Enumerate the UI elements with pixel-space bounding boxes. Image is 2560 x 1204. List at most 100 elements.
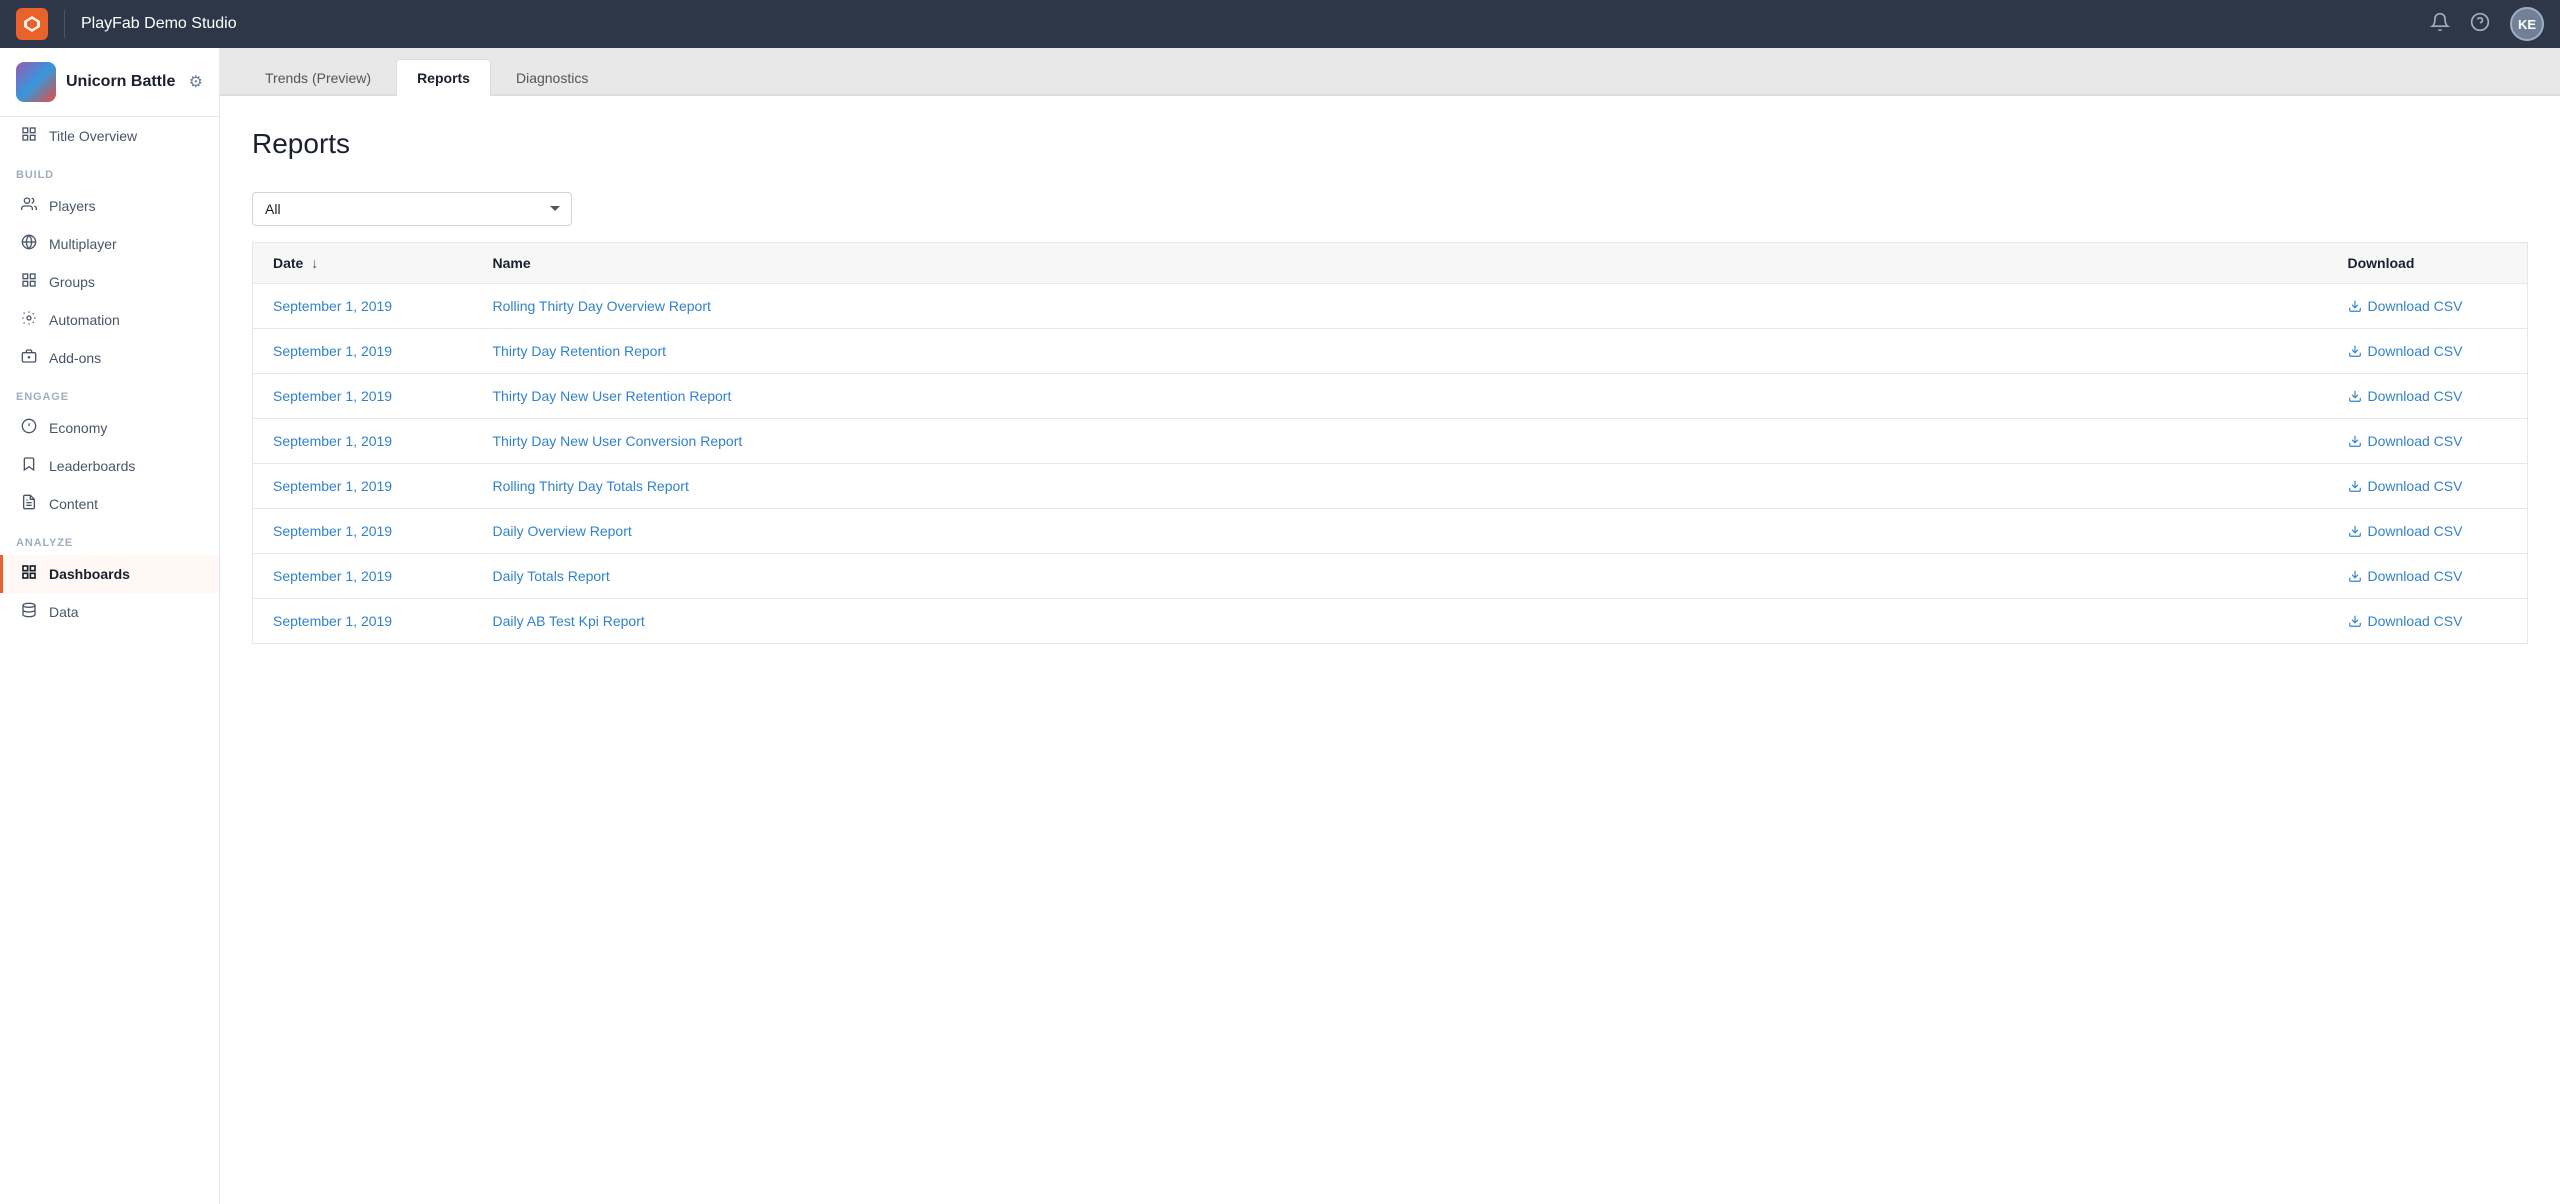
download-icon [2348, 479, 2362, 493]
download-icon [2348, 344, 2362, 358]
download-csv-label: Download CSV [2368, 388, 2463, 404]
reports-table: Date ↓ Name Download September 1, 2019 Ro… [252, 242, 2528, 644]
download-csv-label: Download CSV [2368, 613, 2463, 629]
report-name-link[interactable]: Daily Overview Report [493, 523, 632, 539]
date-link[interactable]: September 1, 2019 [273, 478, 392, 494]
table-row: September 1, 2019 Daily Totals Report Down… [253, 554, 2528, 599]
download-csv-label: Download CSV [2368, 478, 2463, 494]
sidebar-item-title-overview[interactable]: Title Overview [0, 117, 219, 155]
download-csv-link[interactable]: Download CSV [2348, 568, 2508, 584]
tab-bar: Trends (Preview) Reports Diagnostics [220, 48, 2560, 96]
data-icon [19, 602, 39, 622]
date-link[interactable]: September 1, 2019 [273, 343, 392, 359]
date-link[interactable]: September 1, 2019 [273, 568, 392, 584]
sort-icon: ↓ [311, 255, 318, 271]
table-header-row: Date ↓ Name Download [253, 243, 2528, 284]
download-icon [2348, 569, 2362, 583]
download-csv-label: Download CSV [2368, 568, 2463, 584]
content-area: Trends (Preview) Reports Diagnostics Rep… [220, 48, 2560, 1204]
topbar-divider [64, 10, 65, 38]
date-link[interactable]: September 1, 2019 [273, 523, 392, 539]
download-csv-link[interactable]: Download CSV [2348, 298, 2508, 314]
notification-icon[interactable] [2430, 12, 2450, 37]
dashboards-label: Dashboards [49, 566, 130, 582]
report-name-link[interactable]: Daily AB Test Kpi Report [493, 613, 645, 629]
table-row: September 1, 2019 Daily AB Test Kpi Repor… [253, 599, 2528, 644]
playfab-logo [16, 8, 48, 40]
report-name-link[interactable]: Rolling Thirty Day Totals Report [493, 478, 689, 494]
leaderboards-label: Leaderboards [49, 458, 135, 474]
addons-label: Add-ons [49, 350, 101, 366]
table-row: September 1, 2019 Thirty Day New User Con… [253, 419, 2528, 464]
table-row: September 1, 2019 Thirty Day New User Ret… [253, 374, 2528, 419]
tab-reports[interactable]: Reports [396, 59, 491, 96]
sidebar-item-automation[interactable]: Automation [0, 301, 219, 339]
topbar: PlayFab Demo Studio KE [0, 0, 2560, 48]
report-name-link[interactable]: Thirty Day New User Retention Report [493, 388, 732, 404]
groups-label: Groups [49, 274, 95, 290]
sidebar-header: Unicorn Battle ⚙ [0, 48, 219, 117]
tab-diagnostics[interactable]: Diagnostics [495, 59, 609, 96]
download-csv-link[interactable]: Download CSV [2348, 478, 2508, 494]
sidebar-item-addons[interactable]: Add-ons [0, 339, 219, 377]
download-icon [2348, 614, 2362, 628]
game-title: Unicorn Battle [66, 73, 175, 91]
download-csv-link[interactable]: Download CSV [2348, 613, 2508, 629]
content-icon [19, 494, 39, 514]
download-csv-label: Download CSV [2368, 343, 2463, 359]
download-icon [2348, 524, 2362, 538]
date-link[interactable]: September 1, 2019 [273, 433, 392, 449]
economy-label: Economy [49, 420, 107, 436]
date-link[interactable]: September 1, 2019 [273, 298, 392, 314]
sidebar-item-content[interactable]: Content [0, 485, 219, 523]
sidebar-item-data[interactable]: Data [0, 593, 219, 631]
section-label-engage: ENGAGE [0, 377, 219, 409]
help-icon[interactable] [2470, 12, 2490, 37]
leaderboards-icon [19, 456, 39, 476]
column-header-date[interactable]: Date ↓ [253, 243, 473, 284]
user-avatar[interactable]: KE [2510, 7, 2544, 41]
download-csv-link[interactable]: Download CSV [2348, 388, 2508, 404]
automation-label: Automation [49, 312, 120, 328]
column-header-download: Download [2328, 243, 2528, 284]
groups-icon [19, 272, 39, 292]
settings-gear-icon[interactable]: ⚙ [189, 72, 203, 92]
players-icon [19, 196, 39, 216]
players-label: Players [49, 198, 96, 214]
date-link[interactable]: September 1, 2019 [273, 388, 392, 404]
content-label: Content [49, 496, 98, 512]
economy-icon [19, 418, 39, 438]
report-name-link[interactable]: Thirty Day Retention Report [493, 343, 667, 359]
column-header-name: Name [473, 243, 2328, 284]
title-overview-icon [19, 126, 39, 146]
game-icon [16, 62, 56, 102]
sidebar-item-economy[interactable]: Economy [0, 409, 219, 447]
sidebar-item-dashboards[interactable]: Dashboards [0, 555, 219, 593]
table-row: September 1, 2019 Rolling Thirty Day Over… [253, 284, 2528, 329]
table-row: September 1, 2019 Daily Overview Report Do… [253, 509, 2528, 554]
sidebar-item-groups[interactable]: Groups [0, 263, 219, 301]
report-name-link[interactable]: Daily Totals Report [493, 568, 610, 584]
multiplayer-icon [19, 234, 39, 254]
tab-trends[interactable]: Trends (Preview) [244, 59, 392, 96]
filter-row: All Daily Thirty Day Rolling Thirty Day [252, 192, 2528, 226]
filter-select[interactable]: All Daily Thirty Day Rolling Thirty Day [252, 192, 572, 226]
main-layout: Unicorn Battle ⚙ Title Overview BUILD [0, 48, 2560, 1204]
title-overview-label: Title Overview [49, 128, 137, 144]
sidebar-item-leaderboards[interactable]: Leaderboards [0, 447, 219, 485]
download-csv-label: Download CSV [2368, 433, 2463, 449]
report-name-link[interactable]: Rolling Thirty Day Overview Report [493, 298, 711, 314]
table-row: September 1, 2019 Rolling Thirty Day Tota… [253, 464, 2528, 509]
sidebar-item-players[interactable]: Players [0, 187, 219, 225]
date-link[interactable]: September 1, 2019 [273, 613, 392, 629]
multiplayer-label: Multiplayer [49, 236, 117, 252]
report-name-link[interactable]: Thirty Day New User Conversion Report [493, 433, 743, 449]
data-label: Data [49, 604, 79, 620]
sidebar: Unicorn Battle ⚙ Title Overview BUILD [0, 48, 220, 1204]
download-csv-link[interactable]: Download CSV [2348, 433, 2508, 449]
download-csv-link[interactable]: Download CSV [2348, 343, 2508, 359]
sidebar-item-multiplayer[interactable]: Multiplayer [0, 225, 219, 263]
download-csv-link[interactable]: Download CSV [2348, 523, 2508, 539]
download-icon [2348, 434, 2362, 448]
topbar-title: PlayFab Demo Studio [81, 15, 237, 33]
